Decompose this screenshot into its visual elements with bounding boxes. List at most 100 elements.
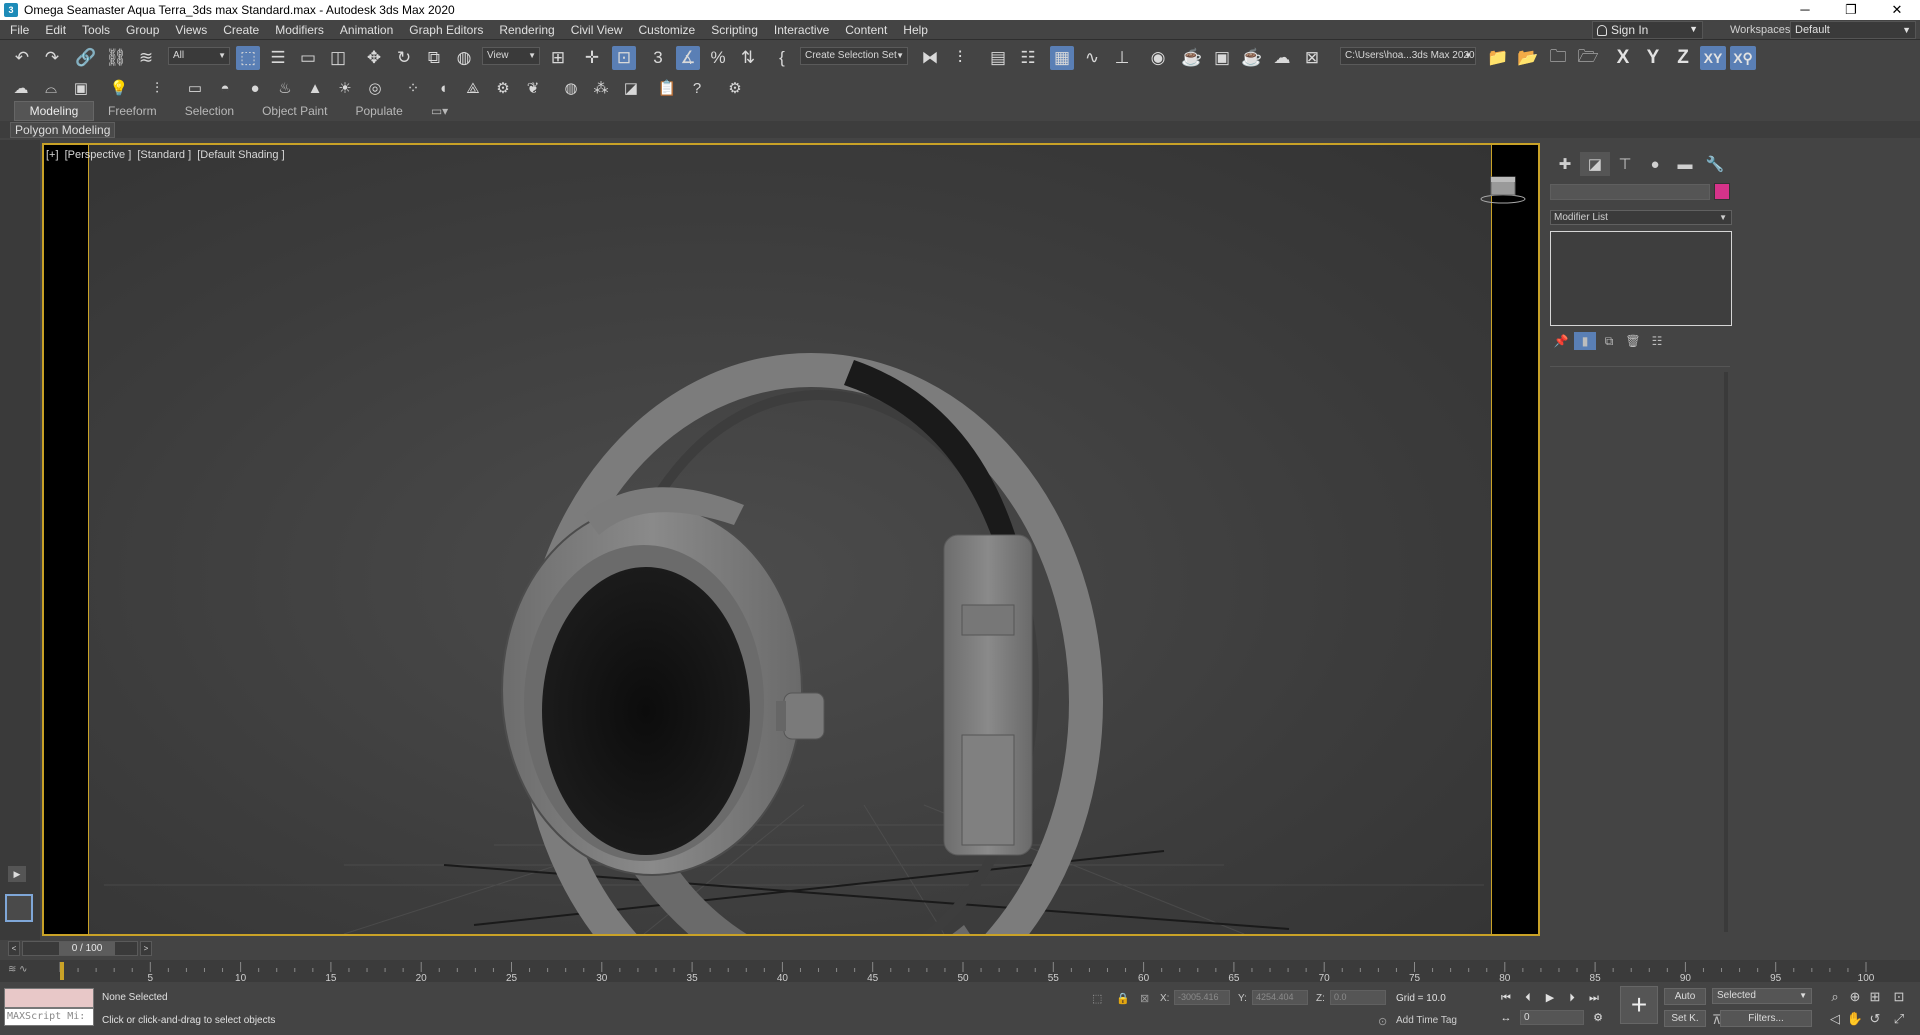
- teapot-shape-icon[interactable]: ♨: [274, 77, 296, 99]
- y-coord-field[interactable]: 4254.404: [1252, 990, 1308, 1005]
- create-tab-icon[interactable]: ✚: [1550, 152, 1580, 176]
- object-name-field[interactable]: [1550, 184, 1710, 200]
- menu-civil-view[interactable]: Civil View: [563, 20, 631, 40]
- project-folder-icon[interactable]: 📁: [1486, 46, 1510, 70]
- menu-customize[interactable]: Customize: [631, 20, 704, 40]
- cone-icon[interactable]: ▲: [304, 77, 326, 99]
- help-icon[interactable]: ?: [686, 77, 708, 99]
- object-color-swatch[interactable]: [1714, 183, 1730, 200]
- open-folder-icon[interactable]: 📂: [1516, 46, 1540, 70]
- selection-filter-dropdown[interactable]: All ▼: [168, 47, 230, 65]
- light-bulb-icon[interactable]: 💡: [108, 77, 130, 99]
- angle-snap-icon[interactable]: ∡: [676, 46, 700, 70]
- zoom-icon[interactable]: ⌕: [1826, 988, 1844, 1006]
- modifier-list-dropdown[interactable]: Modifier List ▼: [1550, 210, 1732, 225]
- selection-set-dropdown[interactable]: Create Selection Set ▼: [800, 47, 908, 65]
- plant-icon[interactable]: ❦: [522, 77, 544, 99]
- sphere-icon[interactable]: ●: [244, 77, 266, 99]
- curve-editor-icon[interactable]: ∿: [1080, 46, 1104, 70]
- tab-freeform[interactable]: Freeform: [94, 102, 171, 120]
- field-of-view-icon[interactable]: ◁: [1826, 1010, 1844, 1028]
- close-button[interactable]: ✕: [1874, 0, 1920, 20]
- cylinders-icon[interactable]: ◖: [432, 77, 454, 99]
- maxscript-mini-listener[interactable]: MAXScript Mi:: [4, 1008, 94, 1026]
- box-icon[interactable]: ▭: [184, 77, 206, 99]
- time-slider-track[interactable]: 0 / 100: [22, 941, 138, 956]
- particles-icon[interactable]: ⁘: [402, 77, 424, 99]
- tab-selection[interactable]: Selection: [171, 102, 248, 120]
- maxscript-listener[interactable]: [4, 988, 94, 1008]
- selection-lock-icon[interactable]: 🔒: [1116, 992, 1130, 1005]
- select-object-icon[interactable]: ⬚: [236, 46, 260, 70]
- layer-explorer-icon[interactable]: ☷: [1016, 46, 1040, 70]
- current-frame-field[interactable]: 0: [1520, 1010, 1584, 1025]
- maximize-button[interactable]: ❐: [1828, 0, 1874, 20]
- percent-snap-icon[interactable]: %: [706, 46, 730, 70]
- image-icon[interactable]: ▣: [70, 77, 92, 99]
- expand-arrow-icon[interactable]: ▶: [8, 866, 26, 882]
- menu-animation[interactable]: Animation: [332, 20, 401, 40]
- select-by-name-icon[interactable]: ☰: [266, 46, 290, 70]
- menu-group[interactable]: Group: [118, 20, 167, 40]
- go-to-start-icon[interactable]: ⏮: [1498, 990, 1514, 1006]
- sign-in-dropdown[interactable]: Sign In ▼: [1592, 21, 1703, 39]
- ribbon-options-icon[interactable]: ▭▾: [417, 102, 462, 120]
- render-setup-icon[interactable]: ☕: [1180, 46, 1204, 70]
- orbit-icon[interactable]: ↺: [1866, 1010, 1884, 1028]
- make-unique-icon[interactable]: ⧉: [1598, 332, 1620, 350]
- zoom-extents-all-icon[interactable]: ⊡: [1890, 988, 1908, 1006]
- perspective-viewport[interactable]: [+] [Perspective ] [Standard ] [Default …: [42, 143, 1540, 936]
- frame-counter[interactable]: 0 / 100: [59, 942, 115, 955]
- scene-explorer-icon[interactable]: ▤: [986, 46, 1010, 70]
- archive-folder-icon[interactable]: 🗁: [1576, 46, 1600, 70]
- constrain-y-button[interactable]: Y: [1640, 46, 1666, 70]
- menu-rendering[interactable]: Rendering: [491, 20, 562, 40]
- project-folder-dropdown[interactable]: C:\Users\hoa...3ds Max 2020 ▼: [1340, 47, 1476, 65]
- viewport-menu-label[interactable]: [+]: [46, 149, 59, 161]
- menu-scripting[interactable]: Scripting: [703, 20, 766, 40]
- workspace-select[interactable]: Default ▼: [1790, 21, 1916, 39]
- set-key-icon[interactable]: +: [1620, 986, 1658, 1024]
- zoom-all-icon[interactable]: ⊕: [1846, 988, 1864, 1006]
- show-end-result-icon[interactable]: ▮: [1574, 332, 1596, 350]
- tab-object-paint[interactable]: Object Paint: [248, 102, 341, 120]
- track-view-icon[interactable]: ≋ ∿: [8, 964, 28, 975]
- next-frame-icon[interactable]: ⏵: [1564, 990, 1580, 1006]
- x-coord-field[interactable]: -3005.416: [1174, 990, 1230, 1005]
- track-bar[interactable]: 5 10 15 20 25 30 35 40 45 50 55 60 65 70 75 80 85 90 95 100…: [0, 960, 1920, 982]
- render-icon[interactable]: ◪: [620, 77, 642, 99]
- select-manipulate-icon[interactable]: ✛: [580, 46, 604, 70]
- absolute-mode-icon[interactable]: ⊠: [1140, 992, 1149, 1005]
- menu-interactive[interactable]: Interactive: [766, 20, 837, 40]
- pyramid-icon[interactable]: ⟁: [462, 77, 484, 99]
- menu-tools[interactable]: Tools: [74, 20, 118, 40]
- undo-icon[interactable]: ↶: [10, 46, 34, 70]
- keyboard-shortcut-override-icon[interactable]: ⊡: [612, 46, 636, 70]
- modify-tab-icon[interactable]: ◪: [1580, 152, 1610, 176]
- time-config-icon[interactable]: ↔: [1498, 1010, 1514, 1026]
- reference-coordinate-dropdown[interactable]: View ▼: [482, 47, 540, 65]
- key-filter-select[interactable]: Selected ▼: [1712, 988, 1812, 1004]
- menu-edit[interactable]: Edit: [37, 20, 74, 40]
- add-time-tag-button[interactable]: Add Time Tag: [1396, 1015, 1457, 1026]
- tab-modeling[interactable]: Modeling: [14, 101, 94, 121]
- modifier-stack[interactable]: [1550, 231, 1732, 326]
- render-cloud-icon[interactable]: ☁: [1270, 46, 1294, 70]
- toggle-ribbon-icon[interactable]: ▦: [1050, 46, 1074, 70]
- globe-icon[interactable]: ◍: [560, 77, 582, 99]
- time-slider[interactable]: < 0 / 100 >: [8, 941, 152, 956]
- place-icon[interactable]: ◍: [452, 46, 476, 70]
- menu-views[interactable]: Views: [167, 20, 215, 40]
- polygon-modeling-label[interactable]: Polygon Modeling: [10, 122, 116, 138]
- minimize-button[interactable]: ─: [1782, 0, 1828, 20]
- configure-sets-icon[interactable]: ☷: [1646, 332, 1668, 350]
- pan-view-icon[interactable]: ✋: [1846, 1010, 1864, 1028]
- spinner-snap-icon[interactable]: ⇅: [736, 46, 760, 70]
- menu-create[interactable]: Create: [215, 20, 267, 40]
- unlink-icon[interactable]: ⛓: [104, 46, 128, 70]
- viewport-layout-icon[interactable]: [5, 894, 33, 922]
- save-folder-icon[interactable]: 🗀: [1546, 46, 1570, 70]
- viewport-shading-label[interactable]: [Default Shading ]: [197, 149, 284, 161]
- gear-icon[interactable]: ⚙: [492, 77, 514, 99]
- go-to-end-icon[interactable]: ⏭: [1586, 990, 1602, 1006]
